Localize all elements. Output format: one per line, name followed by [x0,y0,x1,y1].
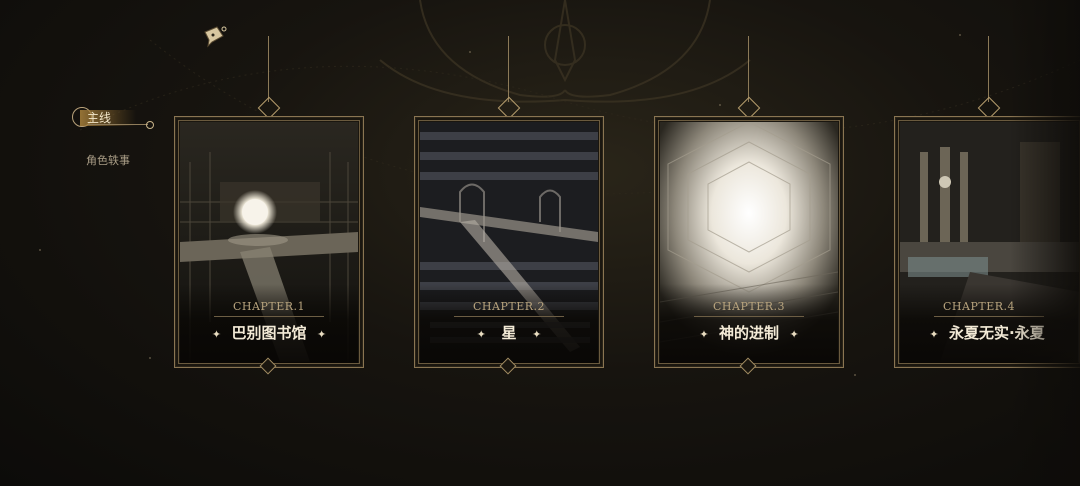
chapter-title: 巴别图书馆 [231,324,307,342]
chapter-title-row: ✦ 永夏无实·永夏 [894,322,1080,343]
sparkle-icon: ✦ [211,328,222,341]
tab-underline [88,124,148,125]
sparkle-icon: ✦ [929,328,939,341]
chapter-number: CHAPTER.2 [473,300,545,313]
chat-bubble-icon[interactable] [202,24,228,48]
tab-end-dot [146,121,154,129]
chapter-card-3[interactable]: CHAPTER.3 ✦ 神的进制 ✦ [654,36,844,375]
divider [214,316,324,317]
divider [934,316,1044,317]
sparkle-icon: ✦ [316,328,327,341]
divider [454,316,564,317]
chapter-title: 永夏无实·永夏 [948,324,1045,342]
sparkle-icon: ✦ [532,328,542,341]
hanging-string [268,36,269,102]
chapter-card-4[interactable]: CHAPTER.4 ✦ 永夏无实·永夏 [894,36,1080,368]
chapter-number: CHAPTER.1 [233,300,305,313]
hanging-string [508,36,509,102]
tab-character-stories[interactable]: 角色轶事 [86,152,130,168]
chapter-title-row: ✦ 星 ✦ [414,322,604,343]
sparkle-icon: ✦ [699,328,709,341]
hanging-string [748,36,749,102]
tab-main-story[interactable]: 主线 [72,104,154,130]
chapter-card-1[interactable]: CHAPTER.1 ✦ 巴别图书馆 ✦ [174,36,364,375]
sparkle-icon: ✦ [789,328,799,341]
chapter-number: CHAPTER.4 [943,300,1015,313]
chapter-title: 神的进制 [718,324,779,342]
sparkle-icon: ✦ [476,328,486,341]
chapter-title-row: ✦ 巴别图书馆 ✦ [174,322,364,343]
chapter-title-row: ✦ 神的进制 ✦ [654,322,844,343]
chapter-number: CHAPTER.3 [713,300,785,313]
chapter-title: 星 [501,324,517,342]
divider [694,316,804,317]
chapter-card-2[interactable]: CHAPTER.2 ✦ 星 ✦ [414,36,604,375]
hanging-string [988,36,989,102]
